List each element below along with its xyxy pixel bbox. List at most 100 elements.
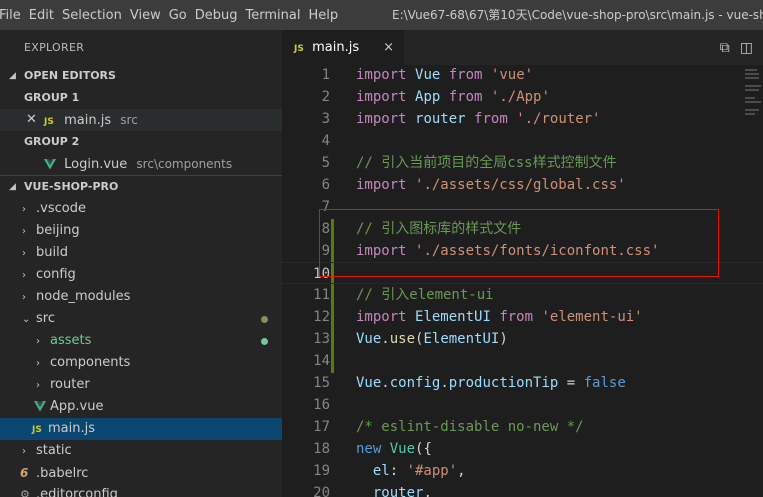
code-line[interactable]: 17 /* eslint-disable no-new */	[282, 416, 763, 438]
code-line[interactable]: 6 import './assets/css/global.css'	[282, 174, 763, 196]
tree-item-label: main.js	[48, 421, 95, 436]
close-icon[interactable]: ✕	[26, 109, 37, 131]
code-text: import ElementUI from 'element-ui'	[356, 306, 643, 328]
code-token: 'element-ui'	[541, 309, 643, 325]
tree-folder-config[interactable]: › config	[0, 264, 282, 286]
tree-folder-build[interactable]: › build	[0, 242, 282, 264]
vue-file-icon	[34, 396, 50, 418]
added-dot-icon	[261, 338, 268, 345]
code-text: import App from './App'	[356, 86, 550, 108]
tab-label: main.js	[312, 40, 360, 55]
line-number: 3	[321, 111, 330, 127]
split-editor-icon[interactable]: ◫	[740, 40, 753, 56]
code-editor[interactable]: 1 import Vue from 'vue' 2 import App from '…	[282, 65, 763, 497]
open-editor-login-vue[interactable]: Login.vue src\components	[0, 153, 282, 175]
menu-view[interactable]: View	[130, 8, 169, 23]
project-label: VUE-SHOP-PRO	[24, 180, 119, 193]
tree-file-main-js[interactable]: JS main.js	[0, 418, 282, 440]
minimap[interactable]	[743, 65, 763, 125]
code-line[interactable]: 12 import ElementUI from 'element-ui'	[282, 306, 763, 328]
menu-go[interactable]: Go	[169, 8, 195, 23]
code-token: .	[440, 375, 449, 391]
tree-folder-static[interactable]: › static	[0, 440, 282, 462]
menu-debug[interactable]: Debug	[195, 8, 246, 23]
tree-folder-beijing[interactable]: › beijing	[0, 220, 282, 242]
tree-folder-vscode[interactable]: › .vscode	[0, 198, 282, 220]
code-token: '#app'	[406, 463, 458, 479]
chevron-right-icon: ›	[36, 358, 40, 369]
js-file-icon: JS	[32, 425, 42, 435]
editor-actions: ⧉ ◫	[720, 30, 763, 65]
menu-terminal[interactable]: Terminal	[246, 8, 309, 23]
tree-folder-router[interactable]: › router	[0, 374, 282, 396]
code-token: ElementUI	[415, 309, 491, 325]
menu-edit[interactable]: Edit	[29, 8, 62, 23]
tree-folder-node-modules[interactable]: › node_modules	[0, 286, 282, 308]
menu-selection[interactable]: Selection	[62, 8, 130, 23]
code-line[interactable]: 4	[282, 130, 763, 152]
code-line[interactable]: 16	[282, 394, 763, 416]
line-number: 6	[321, 177, 330, 193]
explorer-title: EXPLORER	[24, 41, 85, 54]
babel-file-icon: 6	[20, 466, 29, 480]
line-number: 11	[313, 287, 330, 303]
code-token: from	[499, 309, 534, 325]
code-token: /* eslint-disable no-new */	[356, 419, 584, 435]
code-text: import router from './router'	[356, 108, 600, 130]
code-line[interactable]: 15 Vue.config.productionTip = false	[282, 372, 763, 394]
code-line[interactable]: 3 import router from './router'	[282, 108, 763, 130]
chevron-right-icon: ›	[36, 336, 40, 347]
project-header[interactable]: ◢ VUE-SHOP-PRO	[0, 175, 282, 198]
tree-folder-assets[interactable]: › assets	[0, 330, 282, 352]
line-number: 20	[313, 485, 330, 497]
open-editor-file-path: src\components	[136, 157, 233, 171]
code-token: Vue	[356, 375, 382, 391]
menu-help[interactable]: Help	[308, 8, 346, 23]
tree-file-babelrc[interactable]: 6 .babelrc	[0, 462, 282, 484]
tree-item-label: .babelrc	[36, 466, 89, 481]
tab-main-js[interactable]: JS main.js ×	[282, 30, 404, 65]
tree-file-editorconfig[interactable]: ⚙ .editorconfig	[0, 484, 282, 497]
code-line[interactable]: 13 Vue.use(ElementUI)	[282, 328, 763, 350]
chevron-right-icon: ›	[36, 380, 40, 391]
close-icon[interactable]: ×	[383, 30, 394, 65]
tree-folder-src[interactable]: ⌄ src	[0, 308, 282, 330]
chevron-down-icon: ◢	[9, 182, 16, 192]
code-line[interactable]: 2 import App from './App'	[282, 86, 763, 108]
code-token: config	[389, 375, 441, 391]
code-line[interactable]: 19 el: '#app',	[282, 460, 763, 482]
tree-folder-components[interactable]: › components	[0, 352, 282, 374]
code-line[interactable]: 11 // 引入element-ui	[282, 284, 763, 306]
code-line[interactable]: 5 // 引入当前项目的全局css样式控制文件	[282, 152, 763, 174]
tree-file-app-vue[interactable]: App.vue	[0, 396, 282, 418]
code-text: router,	[356, 482, 432, 497]
code-token: el	[372, 463, 390, 479]
code-line[interactable]: 1 import Vue from 'vue'	[282, 65, 763, 86]
open-editor-file-name: Login.vue	[64, 157, 128, 172]
line-number: 1	[321, 67, 330, 83]
code-line[interactable]: 20 router,	[282, 482, 763, 497]
chevron-down-icon: ◢	[9, 71, 16, 81]
code-token: :	[389, 463, 407, 479]
code-line[interactable]: 14	[282, 350, 763, 372]
open-changes-icon[interactable]: ⧉	[720, 40, 730, 56]
open-editors-header[interactable]: ◢ OPEN EDITORS	[0, 65, 282, 87]
code-line[interactable]: 18 new Vue({	[282, 438, 763, 460]
code-text: Vue.config.productionTip = false	[356, 372, 626, 394]
code-text: el: '#app',	[356, 460, 466, 482]
code-token: // 引入当前项目的全局css样式控制文件	[356, 155, 617, 171]
code-token: new	[356, 441, 382, 457]
line-number: 17	[313, 419, 330, 435]
code-token: import	[356, 111, 407, 127]
open-editor-main-js[interactable]: ✕ JS main.js src	[0, 109, 282, 131]
line-number: 2	[321, 89, 330, 105]
menu-file[interactable]: File	[0, 8, 29, 23]
code-token: Vue	[415, 67, 441, 83]
